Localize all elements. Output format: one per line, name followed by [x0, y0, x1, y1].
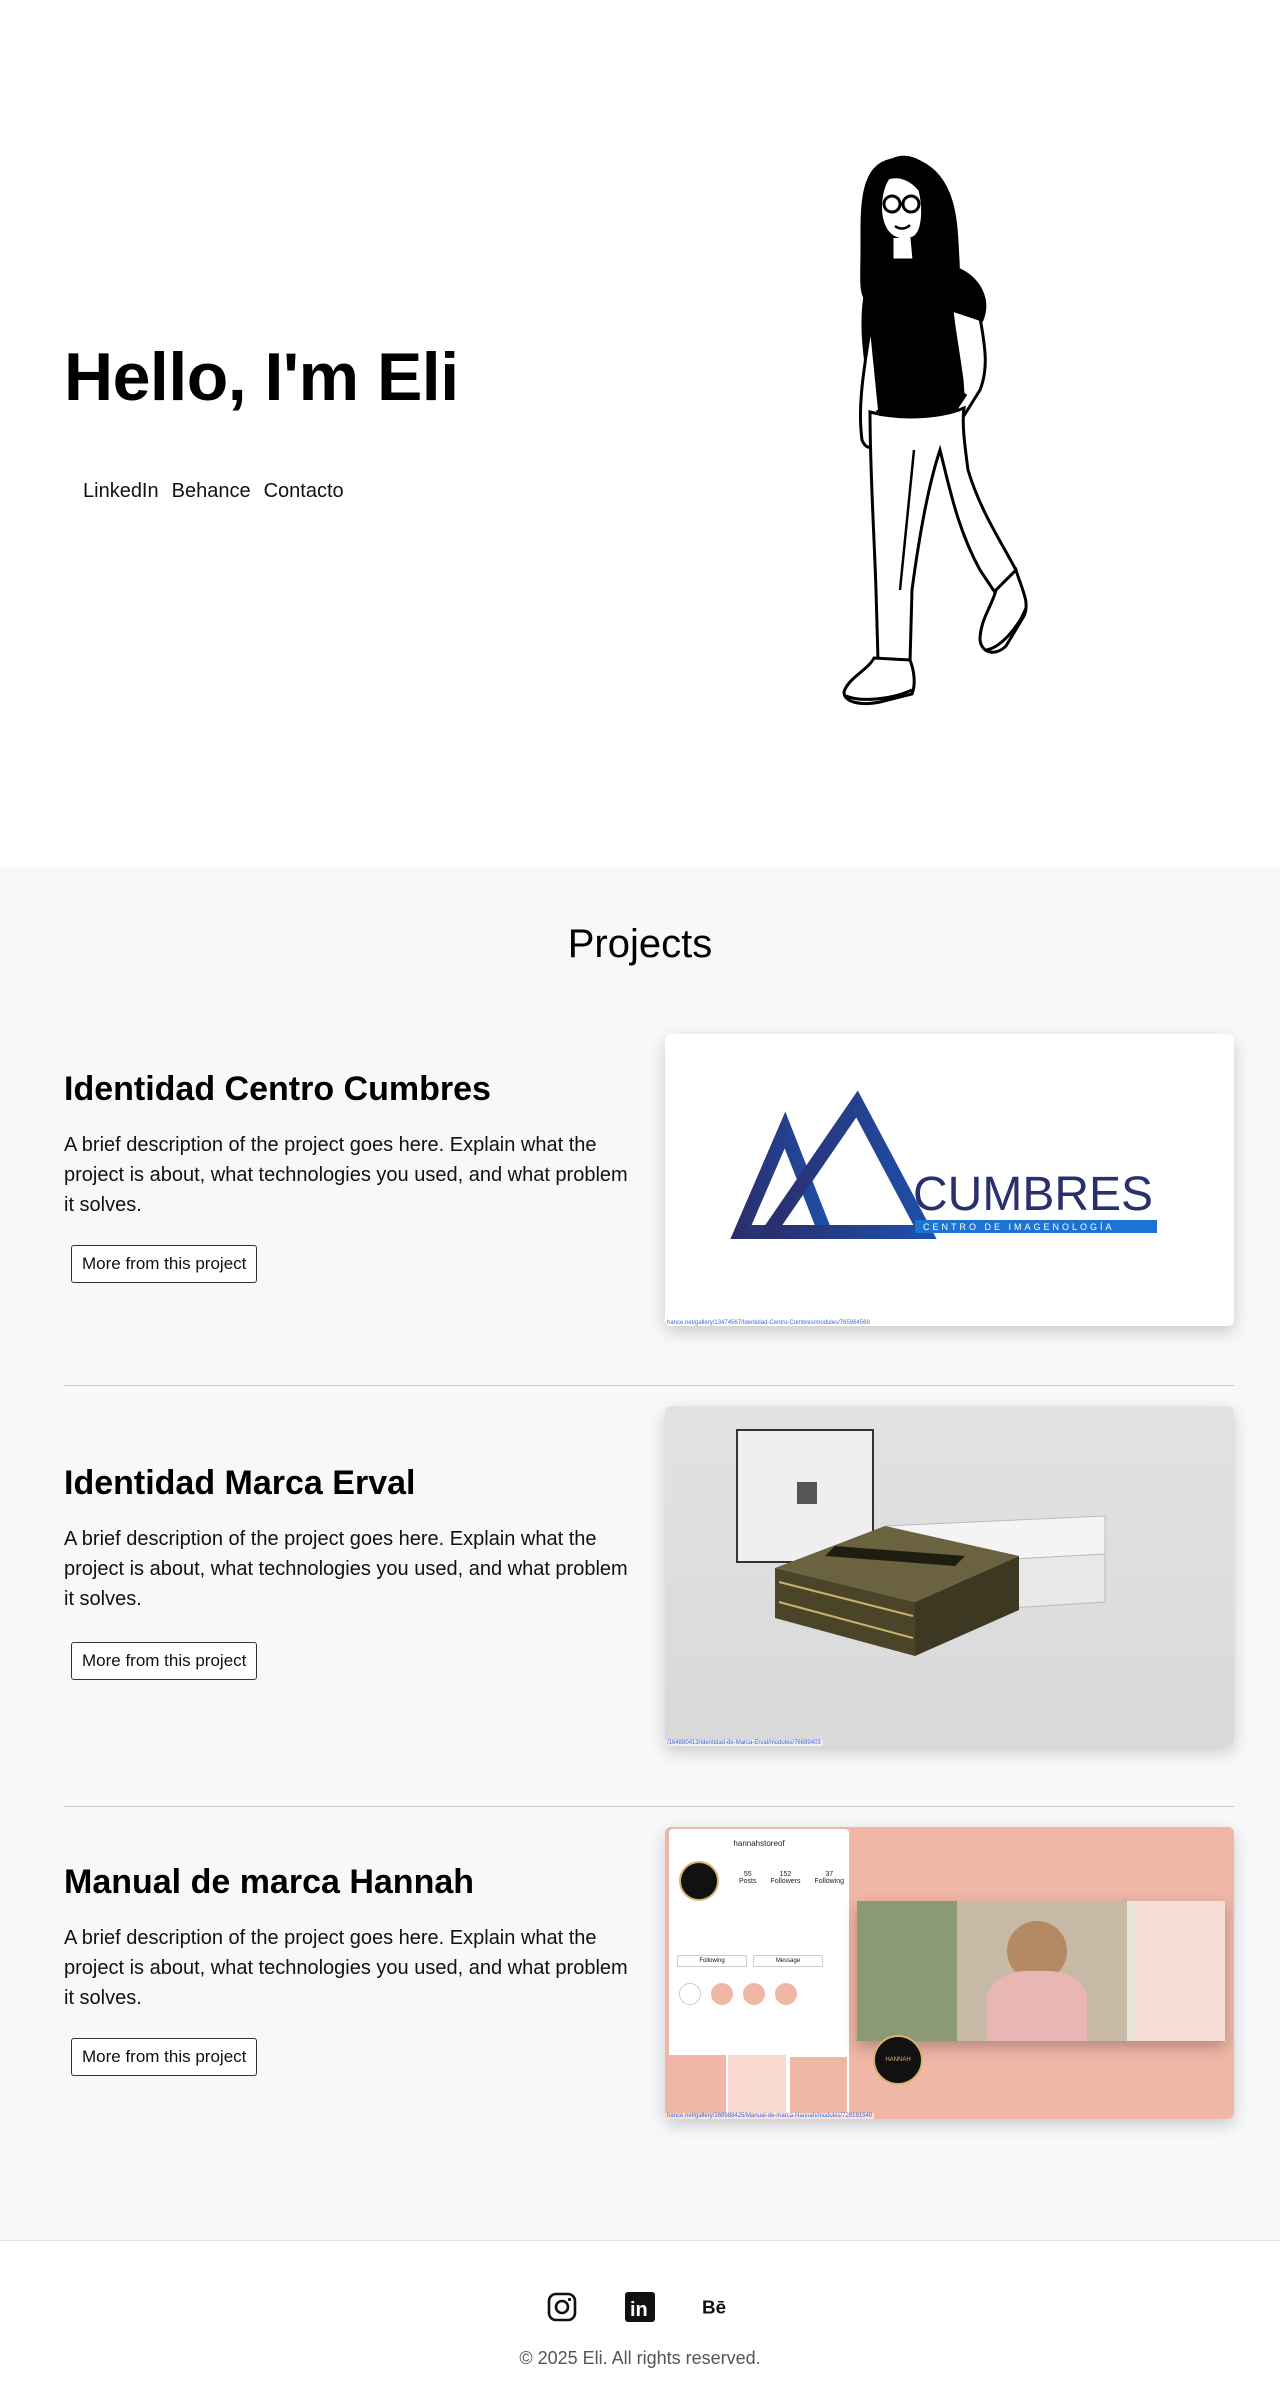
linkedin-icon[interactable]: in [624, 2291, 656, 2323]
post-grid [669, 2055, 849, 2115]
woman-illustration [842, 155, 1028, 706]
story-highlights [679, 1983, 797, 2005]
behance-link[interactable]: Behance [172, 478, 251, 504]
project-thumbnail[interactable]: hannahstoreof 55 Posts 152 Followers 37 Fol… [665, 1827, 1234, 2119]
project-title: Identidad Centro Cumbres [64, 1070, 491, 1108]
more-from-project-button[interactable]: More from this project [71, 1245, 258, 1283]
contact-link[interactable]: Contacto [264, 478, 344, 504]
cumbres-logo-subtext: CENTRO DE IMAGENOLOGÍA [923, 1222, 1115, 1232]
erval-box-mockup [736, 1429, 1106, 1656]
thumbnail-caption: hance.net/gallery/168988425/Manual-de-ma… [665, 2113, 875, 2119]
project-description: A brief description of the project goes … [64, 1134, 628, 1216]
profile-name: hannahstoreof [733, 1839, 785, 1848]
instagram-icon[interactable] [546, 2291, 578, 2323]
project-thumbnail[interactable]: /164880413/Identidad-de-Marca-Erval/modu… [665, 1406, 1234, 1746]
project-thumbnail[interactable]: CUMBRES CENTRO DE IMAGENOLOGÍA hance.net… [665, 1034, 1234, 1326]
cumbres-logo-text: CUMBRES [913, 1168, 1153, 1221]
thumbnail-caption: /164880413/Identidad-de-Marca-Erval/modu… [665, 1740, 823, 1746]
project-description: A brief description of the project goes … [64, 1927, 628, 2009]
projects-heading: Projects [567, 922, 713, 966]
banner-mockup [857, 1901, 1225, 2041]
behance-icon[interactable]: Bē [702, 2291, 734, 2323]
cumbres-logo: CUMBRES CENTRO DE IMAGENOLOGÍA [730, 1090, 1157, 1239]
hero-section: Hello, I'm Eli LinkedIn Behance Contacto [0, 0, 1280, 868]
hannah-brand-badge: HANNAH [873, 2035, 923, 2085]
project-title: Manual de marca Hannah [64, 1863, 475, 1901]
message-button: Message [753, 1955, 823, 1967]
more-from-project-button[interactable]: More from this project [71, 2038, 258, 2076]
footer: in Bē © 2025 Eli. All rights reserved. [0, 2240, 1280, 2396]
project-title: Identidad Marca Erval [64, 1464, 416, 1502]
svg-text:Bē: Bē [702, 2297, 726, 2318]
thumbnail-caption: hance.net/gallery/13474567/Identidad-Cen… [665, 1320, 872, 1326]
hero-links: LinkedIn Behance Contacto [83, 478, 357, 504]
social-icons: in Bē [0, 2291, 1280, 2323]
linkedin-link[interactable]: LinkedIn [83, 478, 159, 504]
following-button: Following [677, 1955, 747, 1967]
instagram-mockup: hannahstoreof 55 Posts 152 Followers 37 Fol… [669, 1829, 849, 2115]
project-description: A brief description of the project goes … [64, 1528, 628, 1610]
divider [64, 1385, 1234, 1386]
svg-text:in: in [630, 2299, 648, 2321]
divider [64, 1806, 1234, 1807]
more-from-project-button[interactable]: More from this project [71, 1642, 258, 1680]
copyright-text: © 2025 Eli. All rights reserved. [519, 2348, 761, 2368]
profile-stats: 55 Posts 152 Followers 37 Following [739, 1871, 845, 1885]
hero-title: Hello, I'm Eli [64, 339, 459, 415]
avatar [679, 1861, 719, 1901]
